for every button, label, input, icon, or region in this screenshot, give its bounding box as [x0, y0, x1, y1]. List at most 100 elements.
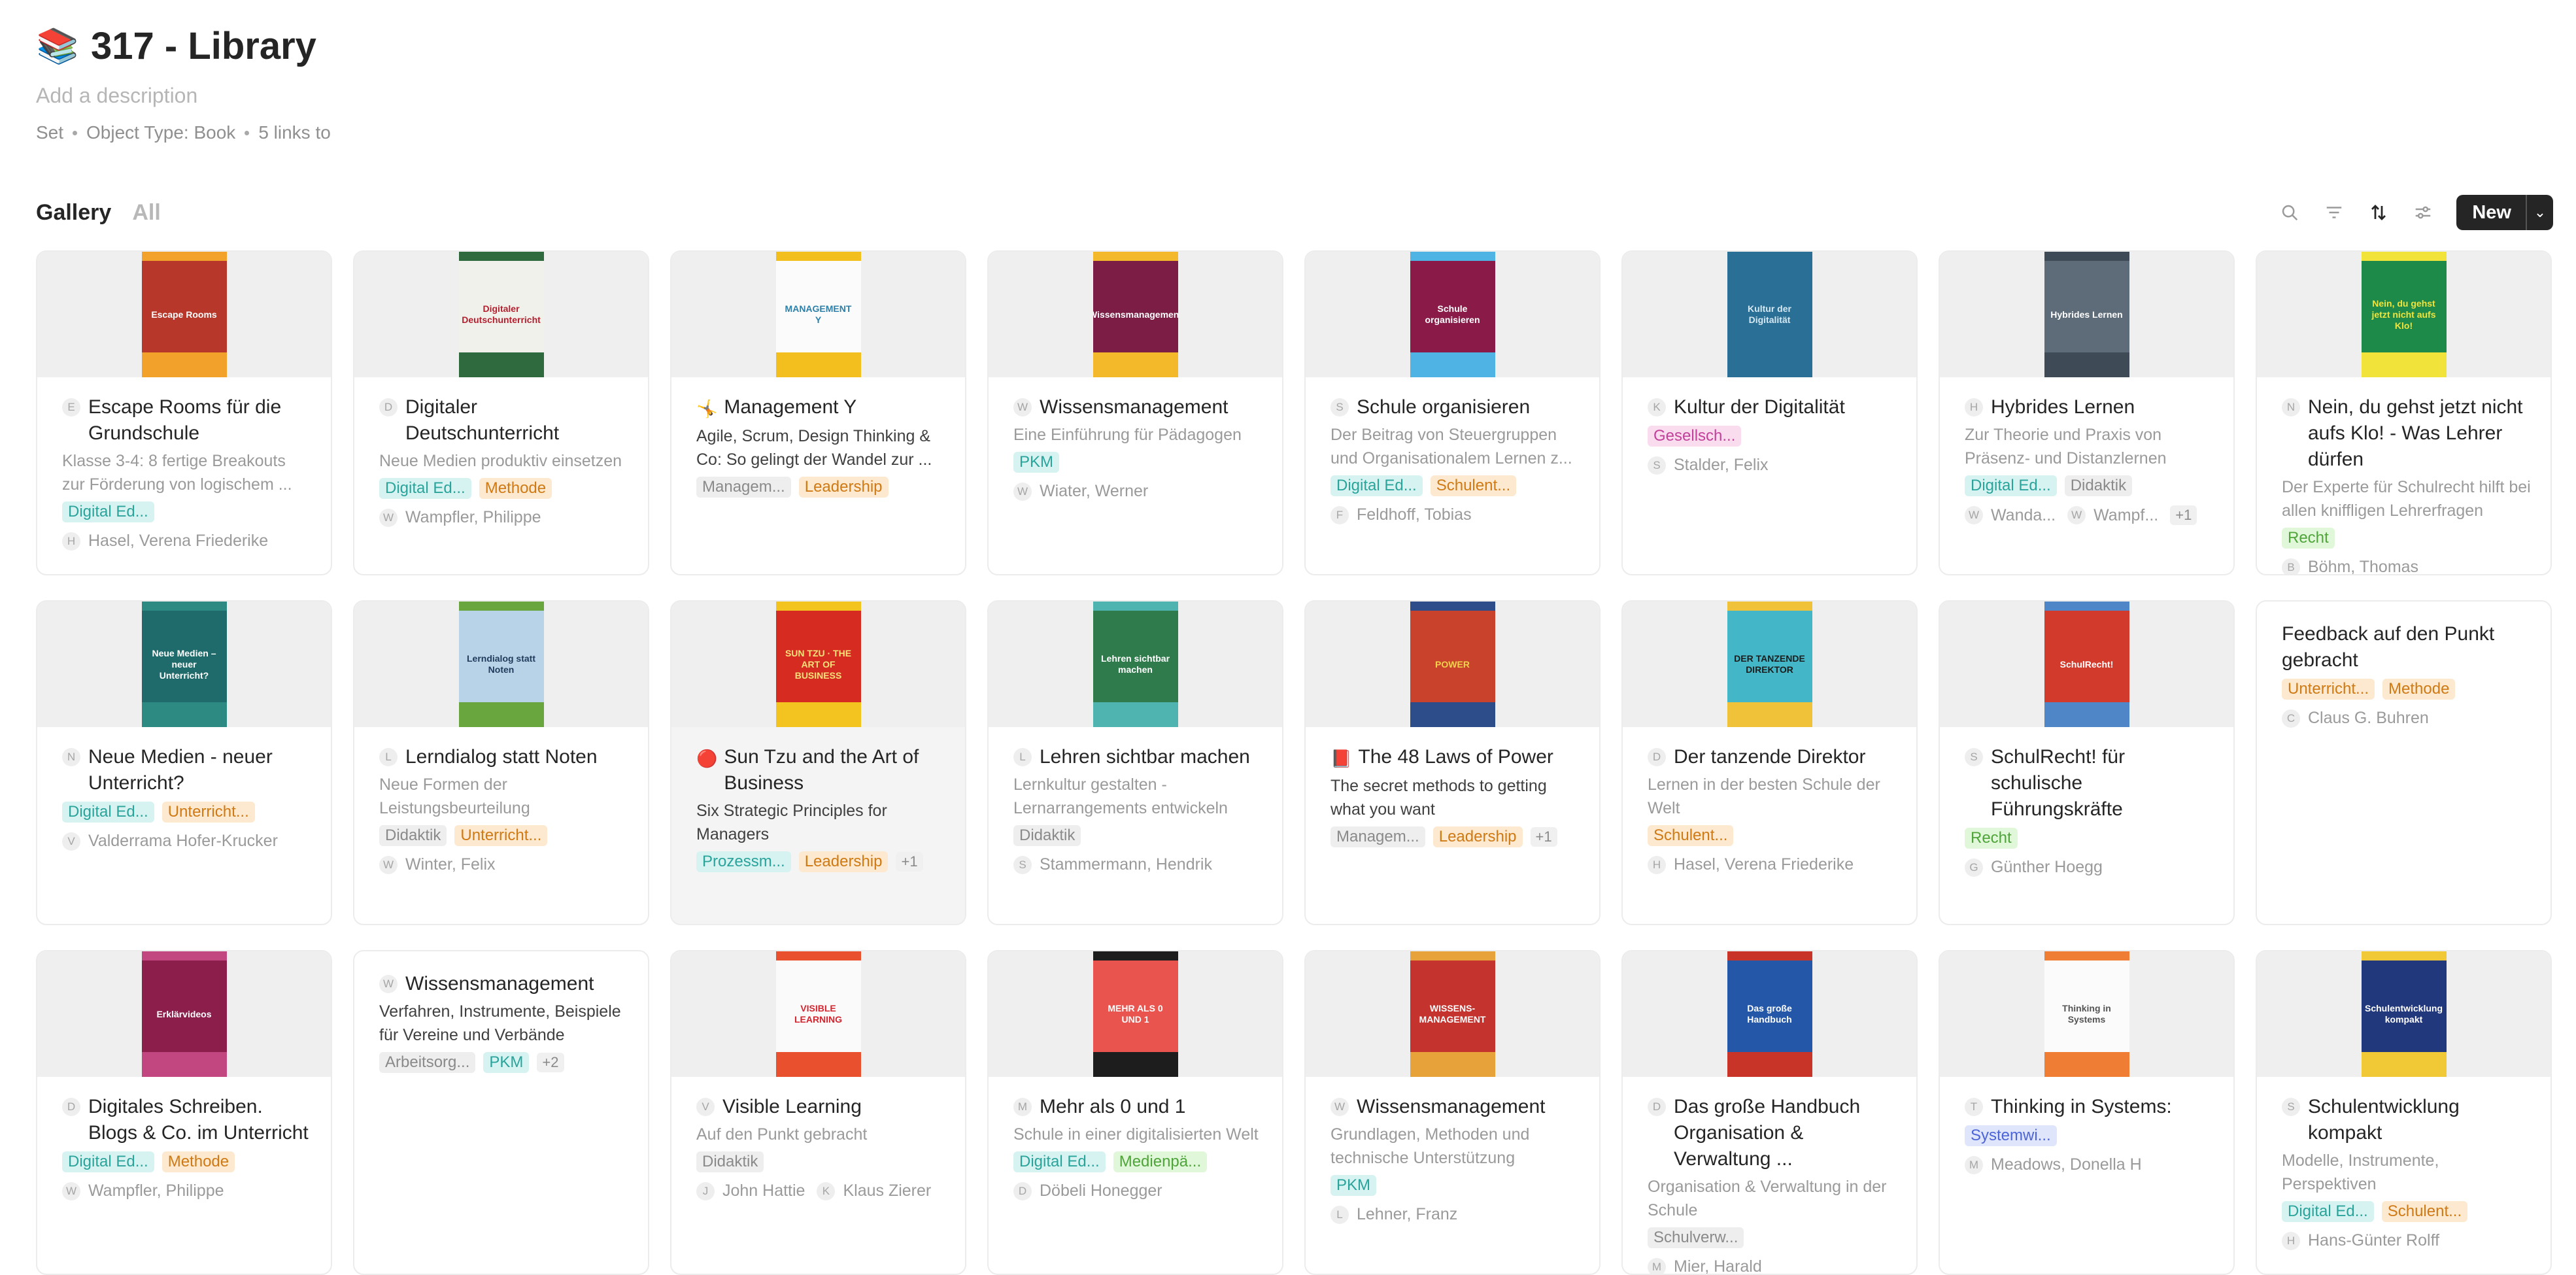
page-title[interactable]: 317 - Library [91, 24, 316, 68]
meta-set[interactable]: Set [36, 122, 63, 143]
tag-chip[interactable]: Schulent... [2382, 1201, 2467, 1222]
author-link[interactable]: WWiater, Werner [1013, 482, 1148, 501]
tag-chip[interactable]: Didaktik [696, 1151, 764, 1172]
tag-chip[interactable]: Digital Ed... [1013, 1151, 1106, 1172]
tag-chip[interactable]: Unterricht... [162, 802, 255, 823]
card-title[interactable]: WWissensmanagement [1330, 1094, 1580, 1120]
tag-chip[interactable]: Methode [479, 478, 552, 499]
tag-chip[interactable]: Methode [2382, 679, 2455, 700]
card-title[interactable]: WWissensmanagement [379, 971, 628, 997]
more-count-badge[interactable]: +1 [2170, 505, 2197, 525]
card-title[interactable]: DDigitaler Deutschunterricht [379, 394, 628, 447]
books-icon[interactable]: 📚 [36, 24, 79, 67]
author-link[interactable]: WWinter, Felix [379, 855, 496, 874]
tag-chip[interactable]: Didaktik [2065, 475, 2132, 496]
book-cover[interactable]: Kultur der Digitalität [1623, 252, 1916, 377]
more-count-badge[interactable]: +1 [896, 852, 923, 872]
book-card[interactable]: Lehren sichtbar machenLLehren sichtbar m… [987, 600, 1283, 925]
card-title[interactable]: HHybrides Lernen [1965, 394, 2214, 420]
book-cover[interactable]: Schule organisieren [1306, 252, 1599, 377]
author-link[interactable]: BBöhm, Thomas [2282, 558, 2418, 575]
book-cover[interactable]: Thinking in Systems [1940, 951, 2233, 1077]
book-card[interactable]: WWissensmanagementVerfahren, Instrumente… [353, 950, 649, 1275]
book-card[interactable]: MEHR ALS 0 UND 1MMehr als 0 und 1Schule … [987, 950, 1283, 1275]
card-title[interactable]: DDer tanzende Direktor [1648, 744, 1897, 770]
author-link[interactable]: GGünther Hoegg [1965, 858, 2103, 877]
card-title[interactable]: Feedback auf den Punkt gebracht [2282, 621, 2531, 673]
card-title[interactable]: MMehr als 0 und 1 [1013, 1094, 1263, 1120]
author-link[interactable]: KKlaus Zierer [817, 1182, 931, 1200]
card-title[interactable]: 🤸Management Y [696, 394, 945, 422]
author-link[interactable]: LLehner, Franz [1330, 1205, 1457, 1224]
tag-chip[interactable]: Systemwi... [1965, 1125, 2057, 1146]
book-card[interactable]: WissensmanagementWWissensmanagementEine … [987, 250, 1283, 575]
tag-chip[interactable]: Methode [162, 1151, 235, 1172]
tag-chip[interactable]: Digital Ed... [1965, 475, 2057, 496]
card-title[interactable]: NNeue Medien - neuer Unterricht? [62, 744, 311, 796]
card-title[interactable]: KKultur der Digitalität [1648, 394, 1897, 420]
author-link[interactable]: HHasel, Verena Friederike [1648, 855, 1854, 874]
book-cover[interactable]: Escape Rooms [37, 252, 331, 377]
card-title[interactable]: NNein, du gehst jetzt nicht aufs Klo! - … [2282, 394, 2531, 473]
author-link[interactable]: WWampfler, Philippe [62, 1182, 224, 1200]
book-card[interactable]: Digitaler Deutschunterricht DDigitaler De… [353, 250, 649, 575]
tag-chip[interactable]: Digital Ed... [62, 802, 154, 823]
tag-chip[interactable]: Prozessm... [696, 851, 791, 872]
author-link[interactable]: WWampf... [2067, 506, 2158, 525]
book-card[interactable]: MANAGEMENT Y🤸Management YAgile, Scrum, D… [670, 250, 966, 575]
sort-icon[interactable] [2367, 201, 2390, 224]
tag-chip[interactable]: PKM [483, 1052, 529, 1073]
card-title[interactable]: EEscape Rooms für die Grundschule [62, 394, 311, 447]
book-cover[interactable]: MEHR ALS 0 UND 1 [989, 951, 1282, 1077]
tag-chip[interactable]: Unterricht... [2282, 679, 2375, 700]
author-link[interactable]: JJohn Hattie [696, 1182, 805, 1200]
tag-chip[interactable]: PKM [1013, 452, 1059, 473]
book-card[interactable]: Das große Handbuch DDas große Handbuch Or… [1621, 950, 1918, 1275]
tag-chip[interactable]: Schulent... [1648, 825, 1733, 846]
author-link[interactable]: SStalder, Felix [1648, 456, 1769, 475]
more-count-badge[interactable]: +2 [537, 1053, 564, 1072]
tag-chip[interactable]: Recht [2282, 528, 2335, 549]
book-cover[interactable]: Digitaler Deutschunterricht [354, 252, 648, 377]
tab-all[interactable]: All [132, 200, 160, 226]
author-link[interactable]: WWanda... [1965, 506, 2056, 525]
author-link[interactable]: CClaus G. Buhren [2282, 709, 2429, 728]
tag-chip[interactable]: Medienpä... [1113, 1151, 1207, 1172]
book-card[interactable]: WISSENS-MANAGEMENTWWissensmanagementGrun… [1304, 950, 1601, 1275]
author-link[interactable]: FFeldhoff, Tobias [1330, 505, 1472, 524]
tag-chip[interactable]: Digital Ed... [379, 478, 471, 499]
book-card[interactable]: Schulentwicklung kompaktSSchulentwicklun… [2256, 950, 2552, 1275]
author-link[interactable]: VValderrama Hofer-Krucker [62, 832, 278, 851]
book-cover[interactable]: Lehren sichtbar machen [989, 602, 1282, 727]
book-card[interactable]: POWER📕The 48 Laws of PowerThe secret met… [1304, 600, 1601, 925]
book-cover[interactable]: VISIBLE LEARNING [671, 951, 965, 1077]
book-card[interactable]: Hybrides LernenHHybrides LernenZur Theor… [1939, 250, 2235, 575]
tag-chip[interactable]: Digital Ed... [62, 1151, 154, 1172]
book-cover[interactable]: WISSENS-MANAGEMENT [1306, 951, 1599, 1077]
book-cover[interactable]: Schulentwicklung kompakt [2257, 951, 2551, 1077]
card-title[interactable]: TThinking in Systems: [1965, 1094, 2214, 1120]
meta-object-type[interactable]: Object Type: Book [86, 122, 235, 143]
tag-chip[interactable]: Unterricht... [454, 825, 547, 846]
author-link[interactable]: WWampfler, Philippe [379, 508, 541, 527]
author-link[interactable]: DDöbeli Honegger [1013, 1182, 1162, 1200]
book-cover[interactable]: Das große Handbuch [1623, 951, 1916, 1077]
author-link[interactable]: SStammermann, Hendrik [1013, 855, 1212, 874]
book-card[interactable]: Neue Medien – neuer Unterricht?NNeue Med… [36, 600, 332, 925]
card-title[interactable]: SSchule organisieren [1330, 394, 1580, 420]
book-card[interactable]: VISIBLE LEARNINGVVisible LearningAuf den… [670, 950, 966, 1275]
card-title[interactable]: WWissensmanagement [1013, 394, 1263, 420]
chevron-down-icon[interactable]: ⌄ [2527, 204, 2553, 221]
book-card[interactable]: Feedback auf den Punkt gebracht Unterrich… [2256, 600, 2552, 925]
author-link[interactable]: HHans-Günter Rolff [2282, 1231, 2439, 1250]
tag-chip[interactable]: Didaktik [1013, 825, 1081, 846]
book-card[interactable]: DER TANZENDE DIREKTORDDer tanzende Direk… [1621, 600, 1918, 925]
book-card[interactable]: SchulRecht!SSchulRecht! für schulische F… [1939, 600, 2235, 925]
tag-chip[interactable]: Recht [1965, 828, 2018, 849]
card-title[interactable]: DDas große Handbuch Organisation & Verwa… [1648, 1094, 1897, 1172]
book-card[interactable]: SUN TZU · THE ART OF BUSINESS🔴Sun Tzu an… [670, 600, 966, 925]
author-link[interactable]: HHasel, Verena Friederike [62, 532, 268, 551]
book-card[interactable]: Lerndialog statt NotenLLerndialog statt … [353, 600, 649, 925]
settings-icon[interactable] [2412, 201, 2434, 224]
tag-chip[interactable]: Digital Ed... [2282, 1201, 2374, 1222]
